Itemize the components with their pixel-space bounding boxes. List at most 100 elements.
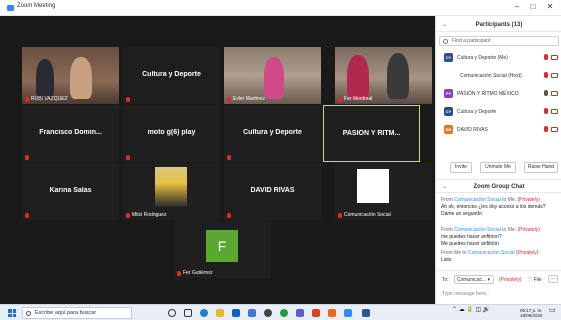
muted-mic-icon (227, 96, 231, 102)
video-off-icon[interactable] (551, 55, 558, 60)
participant-avatar: CY (444, 107, 453, 116)
muted-mic-icon[interactable] (544, 54, 548, 60)
invite-button[interactable]: Invite (450, 162, 472, 173)
muted-mic-icon (126, 155, 130, 160)
participant-name-label: Mitzi Rodriguez (132, 212, 167, 218)
participant-name-center: Francisco Domin... (39, 129, 102, 136)
profile-photo (357, 169, 389, 203)
participant-avatar: DR (444, 125, 453, 134)
task-view-icon[interactable] (184, 309, 192, 317)
video-gallery: RUBI VAZQUEZ Cultura y Deporte Evler Mar… (0, 16, 435, 304)
muted-mic-icon[interactable] (544, 72, 548, 78)
store-icon[interactable] (232, 309, 240, 317)
chat-message-text: Ah ok, entonces ¿les doy acceso a los de… (441, 204, 546, 210)
participant-row[interactable]: Comunicación Social (Host) (436, 68, 561, 84)
participant-name: PASIÓN Y RITMO MÉXICO (457, 91, 519, 97)
cortana-icon[interactable] (168, 309, 176, 317)
search-placeholder: Find a participant (452, 38, 491, 44)
file-explorer-icon[interactable] (216, 309, 224, 317)
mic-icon[interactable] (544, 90, 548, 96)
video-tile-pasion-active-speaker[interactable]: PASIÓN Y RITM... (323, 105, 420, 162)
video-off-icon[interactable] (551, 91, 558, 96)
maximize-button[interactable]: □ (524, 2, 542, 12)
participant-row[interactable]: DR DAVID RIVAS (436, 122, 561, 138)
video-tile-mitzi[interactable]: Mitzi Rodriguez (123, 163, 220, 220)
participant-name-center: PASIÓN Y RITM... (342, 130, 401, 137)
word-icon[interactable] (362, 309, 370, 317)
close-button[interactable]: ✕ (541, 2, 559, 12)
chevron-down-icon[interactable]: ⌄ (442, 180, 447, 194)
recipient-dropdown[interactable]: Comunicac... ▾ (454, 275, 494, 284)
to-label: To: (442, 277, 449, 283)
muted-mic-icon[interactable] (544, 108, 548, 114)
office-icon[interactable] (328, 309, 336, 317)
muted-mic-icon (177, 270, 181, 276)
video-tile-fer-gutierrez[interactable]: F Fer Gutiérrez (174, 221, 271, 278)
chat-message-text: me puedes hacer anfitrion? (441, 234, 502, 240)
edge-icon[interactable] (200, 309, 208, 317)
powerpoint-icon[interactable] (312, 309, 320, 317)
video-tile-fer-montreal[interactable]: Fer Montreal (335, 47, 432, 104)
video-tile-francisco[interactable]: Francisco Domin... (22, 105, 119, 162)
participant-name: Cultura y Deporte (Me) (457, 55, 508, 61)
video-tile-karina[interactable]: Karina Salas (22, 163, 119, 220)
muted-mic-icon (338, 212, 342, 218)
participant-name-label: Fer Montreal (344, 96, 373, 102)
video-tile-cultura-2[interactable]: Cultura y Deporte (224, 105, 321, 162)
teams-icon[interactable] (296, 309, 304, 317)
video-tile-cultura[interactable]: Cultura y Deporte (123, 47, 220, 104)
participant-avatar: CY (444, 53, 453, 62)
windows-start-icon[interactable] (8, 309, 16, 317)
video-off-icon[interactable] (551, 127, 558, 132)
video-tile-comunicacion[interactable]: Comunicación Social (335, 163, 432, 220)
side-panel: ⌄ Participants (13) Find a participant C… (435, 16, 561, 304)
participant-avatar: F (206, 230, 238, 262)
taskbar-clock[interactable]: 09:17 p. m. 18/08/2020 (520, 308, 543, 318)
muted-mic-icon (25, 213, 29, 218)
settings-icon[interactable] (264, 309, 272, 317)
chat-message-input[interactable]: Type message here... (442, 291, 490, 297)
participant-name-label: RUBI VAZQUEZ (31, 96, 68, 102)
file-button[interactable]: 📄 File (526, 277, 542, 283)
participant-search-input[interactable]: Find a participant (439, 36, 559, 46)
participant-name: DAVID RIVAS (457, 127, 488, 133)
zoom-app-icon (7, 5, 14, 11)
unmute-me-button[interactable]: Unmute Me (480, 162, 516, 173)
participants-title: Participants (13) (475, 22, 523, 28)
chat-header: ⌄ Zoom Group Chat (436, 179, 561, 193)
muted-mic-icon[interactable] (544, 126, 548, 132)
participant-name-label: Comunicación Social (344, 212, 391, 218)
participant-row[interactable]: PY PASIÓN Y RITMO MÉXICO (436, 86, 561, 102)
muted-mic-icon (227, 213, 231, 218)
video-tile-rubi[interactable]: RUBI VAZQUEZ (22, 47, 119, 104)
more-options-button[interactable]: ··· (548, 275, 558, 283)
video-tile-david[interactable]: DAVID RIVAS (224, 163, 321, 220)
participant-name-center: DAVID RIVAS (250, 187, 295, 194)
muted-mic-icon (338, 96, 342, 102)
participant-name-center: Cultura y Deporte (243, 129, 302, 136)
chat-message: From Comunicación Social to Me: (Private… (441, 227, 559, 248)
chevron-down-icon[interactable]: ⌄ (442, 18, 447, 32)
zoom-taskbar-icon[interactable] (344, 309, 352, 317)
mail-icon[interactable] (248, 309, 256, 317)
video-off-icon[interactable] (551, 109, 558, 114)
taskbar-search-placeholder: Escribe aquí para buscar (35, 310, 97, 316)
taskbar-search-input[interactable]: Escribe aquí para buscar (22, 307, 132, 319)
chrome-icon[interactable] (280, 309, 288, 317)
participants-header: ⌄ Participants (13) (436, 18, 561, 32)
notifications-icon[interactable]: ▭ (549, 307, 556, 314)
video-off-icon[interactable] (551, 73, 558, 78)
raise-hand-button[interactable]: Raise Hand (524, 162, 558, 173)
chat-message: From Comunicación Social to Me: (Private… (441, 197, 559, 218)
clock-date: 18/08/2020 (520, 313, 543, 318)
video-tile-evler[interactable]: Evler Martinez (224, 47, 321, 104)
participant-row[interactable]: CY Cultura y Deporte (Me) (436, 50, 561, 66)
video-tile-moto[interactable]: moto g(6) play (123, 105, 220, 162)
chat-message-text: Me puedes hacer anfitrión (441, 241, 499, 247)
participant-name: Comunicación Social (Host) (460, 73, 522, 79)
participant-row[interactable]: CY Cultura y Deporte (436, 104, 561, 120)
search-icon (443, 39, 448, 44)
participant-name-label: Fer Gutiérrez (183, 270, 213, 276)
system-tray-icons[interactable]: ⌃ ☁ 🔋 ◫ 🔊 (452, 307, 490, 313)
search-icon (26, 311, 31, 316)
